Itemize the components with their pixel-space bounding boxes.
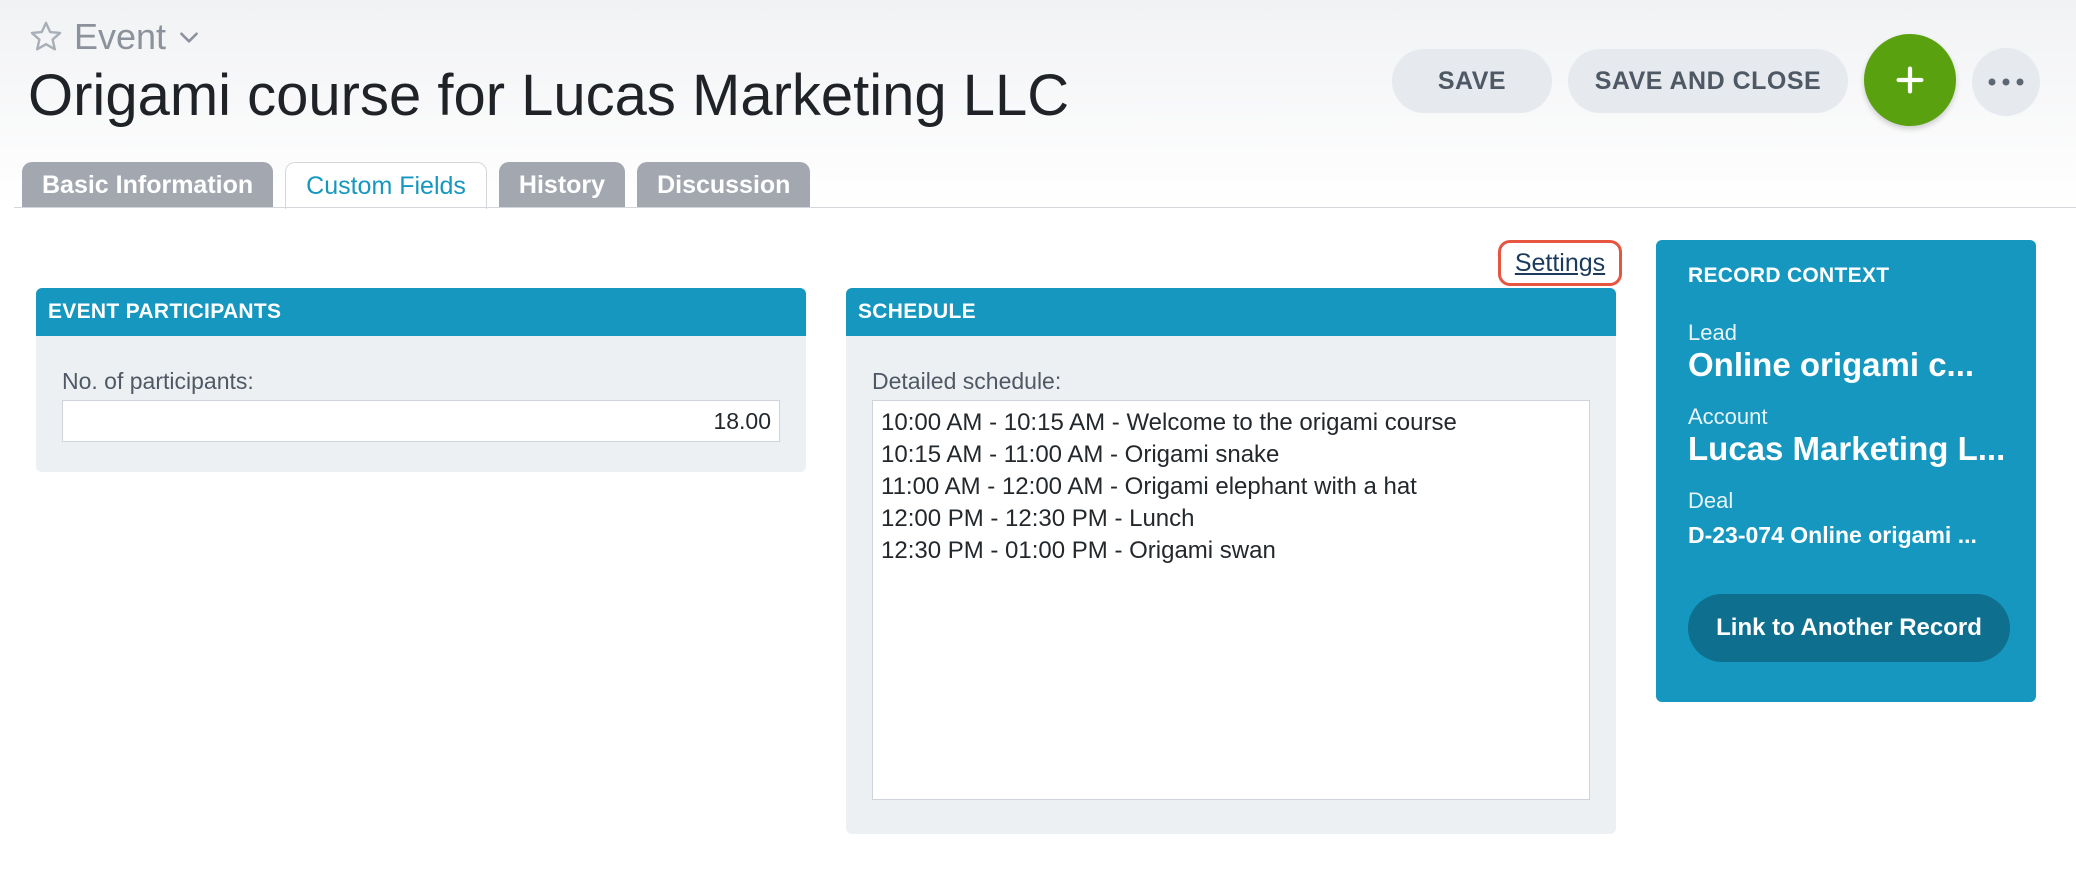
schedule-textarea[interactable]: 10:00 AM - 10:15 AM - Welcome to the ori… xyxy=(872,400,1590,800)
record-context-card: RECORD CONTEXT Lead Online origami c... … xyxy=(1656,240,2036,702)
plus-icon xyxy=(1896,66,1924,94)
tab-divider xyxy=(14,207,2076,208)
schedule-line: 11:00 AM - 12:00 AM - Origami elephant w… xyxy=(881,473,1417,500)
record-type-label: Event xyxy=(74,16,167,57)
schedule-line: 12:30 PM - 01:00 PM - Origami swan xyxy=(881,537,1276,564)
tab-bar: Basic Information Custom Fields History … xyxy=(22,162,822,209)
schedule-label: Detailed schedule: xyxy=(872,368,1062,394)
record-type-selector[interactable]: Event xyxy=(28,14,202,60)
schedule-line: 12:00 PM - 12:30 PM - Lunch xyxy=(881,505,1195,532)
settings-link[interactable]: Settings xyxy=(1498,240,1622,286)
schedule-line: 10:00 AM - 10:15 AM - Welcome to the ori… xyxy=(881,409,1457,436)
participants-value: 18.00 xyxy=(713,407,771,434)
tab-basic-information[interactable]: Basic Information xyxy=(22,162,274,208)
tab-history[interactable]: History xyxy=(498,162,626,208)
record-context-title: RECORD CONTEXT xyxy=(1688,264,1890,287)
event-participants-panel: EVENT PARTICIPANTS No. of participants: … xyxy=(36,288,806,472)
add-button[interactable] xyxy=(1864,34,1956,126)
deal-value[interactable]: D-23-074 Online origami ... xyxy=(1688,522,2008,549)
save-button[interactable]: SAVE xyxy=(1392,49,1552,113)
panel-title: SCHEDULE xyxy=(846,288,1616,336)
more-actions-button[interactable] xyxy=(1972,48,2040,116)
deal-label: Deal xyxy=(1688,488,1734,513)
page-title: Origami course for Lucas Marketing LLC xyxy=(28,63,1070,128)
participants-input[interactable]: 18.00 xyxy=(62,400,780,442)
save-and-close-button[interactable]: SAVE AND CLOSE xyxy=(1568,49,1848,113)
schedule-line: 10:15 AM - 11:00 AM - Origami snake xyxy=(881,441,1280,468)
lead-value[interactable]: Online origami c... xyxy=(1688,346,2008,384)
tab-discussion[interactable]: Discussion xyxy=(637,162,811,208)
link-to-another-record-button[interactable]: Link to Another Record xyxy=(1688,594,2010,662)
account-label: Account xyxy=(1688,404,1768,429)
more-horizontal-icon xyxy=(1988,78,2024,86)
chevron-down-icon[interactable] xyxy=(176,24,202,50)
account-value[interactable]: Lucas Marketing L... xyxy=(1688,430,2008,468)
lead-label: Lead xyxy=(1688,320,1737,345)
panel-title: EVENT PARTICIPANTS xyxy=(36,288,806,336)
tab-custom-fields[interactable]: Custom Fields xyxy=(285,162,487,209)
participants-label: No. of participants: xyxy=(62,368,254,394)
schedule-panel: SCHEDULE Detailed schedule: 10:00 AM - 1… xyxy=(846,288,1616,834)
star-icon[interactable] xyxy=(28,19,64,55)
